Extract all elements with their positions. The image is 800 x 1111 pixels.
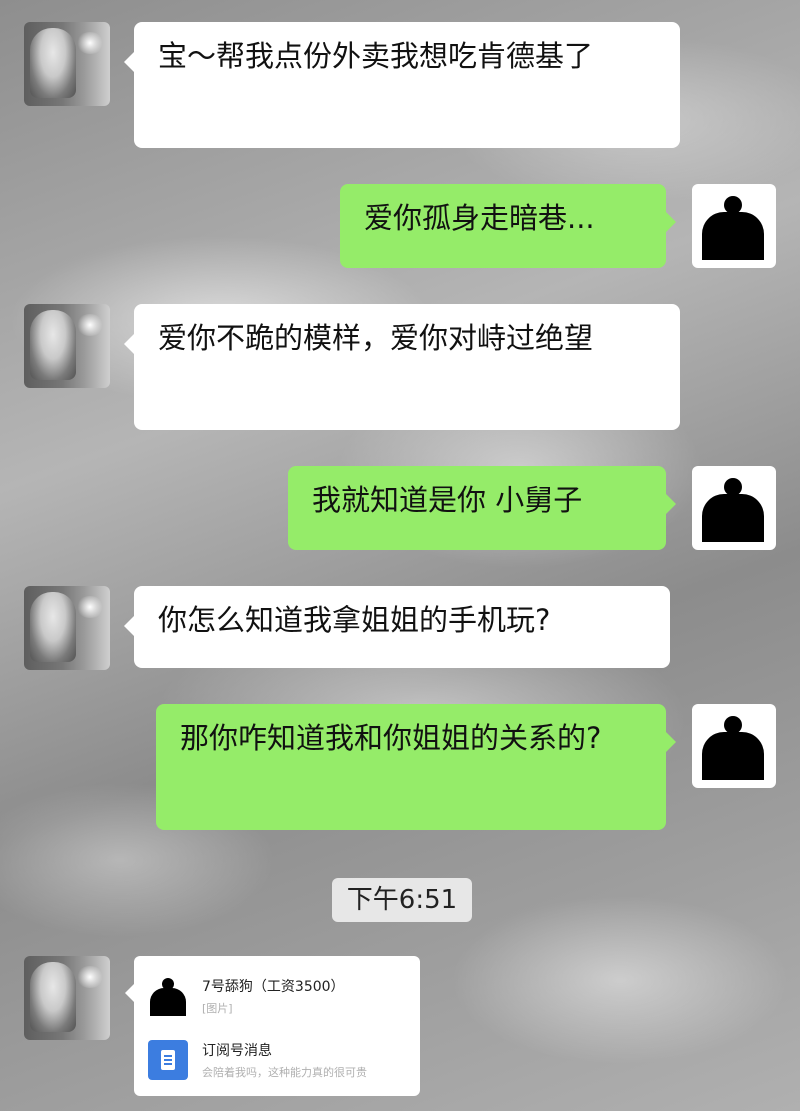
message-text: 爱你不跪的模样，爱你对峙过绝望 bbox=[158, 321, 594, 355]
message-bubble-received[interactable]: 宝～帮我点份外卖我想吃肯德基了 bbox=[124, 22, 680, 148]
avatar-photo bbox=[30, 962, 76, 1032]
contact-avatar[interactable] bbox=[24, 586, 110, 670]
contact-avatar[interactable] bbox=[24, 22, 110, 106]
message-bubble-sent[interactable]: 我就知道是你 小舅子 bbox=[288, 466, 676, 550]
chat-list-item: 7号舔狗（工资3500） [图片] bbox=[134, 966, 420, 1026]
message-bubble-received[interactable]: 你怎么知道我拿姐姐的手机玩? bbox=[124, 586, 670, 668]
avatar-highlight bbox=[76, 32, 104, 54]
silhouette-body bbox=[702, 732, 764, 780]
silhouette-body bbox=[702, 212, 764, 260]
chat-list-preview: [图片] bbox=[202, 1002, 233, 1015]
message-text: 我就知道是你 小舅子 bbox=[312, 483, 583, 517]
chat-list-title: 订阅号消息 bbox=[202, 1043, 272, 1059]
image-message-card[interactable]: 7号舔狗（工资3500） [图片] 订阅号消息 会陪着我吗，这种能力真的很可贵 bbox=[125, 956, 420, 1096]
self-avatar[interactable] bbox=[692, 704, 776, 788]
silhouette-body bbox=[702, 494, 764, 542]
avatar-highlight bbox=[76, 314, 104, 336]
chat-background bbox=[0, 0, 800, 1111]
avatar-highlight bbox=[76, 596, 104, 618]
avatar-photo bbox=[30, 592, 76, 662]
chat-list-preview: 会陪着我吗，这种能力真的很可贵 bbox=[202, 1066, 367, 1079]
contact-avatar[interactable] bbox=[24, 956, 110, 1040]
contact-avatar[interactable] bbox=[24, 304, 110, 388]
message-text: 爱你孤身走暗巷... bbox=[364, 201, 595, 235]
self-avatar[interactable] bbox=[692, 466, 776, 550]
subscription-icon bbox=[148, 1040, 188, 1080]
message-text: 宝～帮我点份外卖我想吃肯德基了 bbox=[158, 39, 594, 73]
message-bubble-received[interactable]: 爱你不跪的模样，爱你对峙过绝望 bbox=[124, 304, 680, 430]
message-bubble-sent[interactable]: 那你咋知道我和你姐姐的关系的? bbox=[156, 704, 676, 830]
chat-list-title: 7号舔狗（工资3500） bbox=[202, 979, 345, 995]
self-avatar[interactable] bbox=[692, 184, 776, 268]
avatar-photo bbox=[30, 310, 76, 380]
message-bubble-sent[interactable]: 爱你孤身走暗巷... bbox=[340, 184, 676, 268]
avatar-highlight bbox=[76, 966, 104, 988]
silhouette-icon bbox=[148, 976, 188, 1016]
message-timestamp: 下午6:51 bbox=[332, 878, 472, 922]
message-text: 那你咋知道我和你姐姐的关系的? bbox=[180, 721, 602, 755]
message-text: 你怎么知道我拿姐姐的手机玩? bbox=[158, 603, 551, 637]
avatar-photo bbox=[30, 28, 76, 98]
chat-list-item: 订阅号消息 会陪着我吗，这种能力真的很可贵 bbox=[134, 1030, 420, 1090]
